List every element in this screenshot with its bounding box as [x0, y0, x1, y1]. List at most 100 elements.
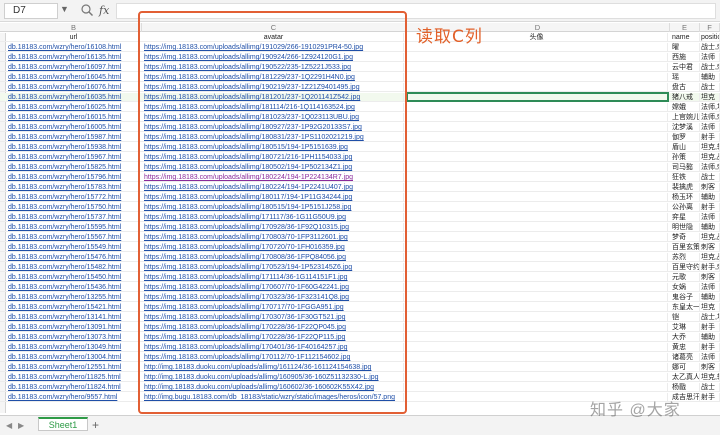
url-cell[interactable]: db.18183.com/wzry/hero/16076.html [6, 83, 140, 92]
image-cell[interactable] [406, 353, 668, 362]
position-cell[interactable]: 刺客 [700, 363, 720, 372]
url-cell[interactable]: db.18183.com/wzry/hero/15476.html [6, 253, 140, 262]
name-cell[interactable]: 盾山 [670, 143, 700, 152]
position-cell[interactable]: 辅助 [700, 293, 720, 302]
name-header[interactable]: name [670, 33, 700, 42]
position-cell[interactable]: 战士 [700, 173, 720, 182]
name-cell[interactable]: 梦奇 [670, 233, 700, 242]
name-cell[interactable]: 黄忠 [670, 343, 700, 352]
name-cell[interactable]: 太乙真人 [670, 373, 700, 382]
image-cell[interactable] [406, 163, 668, 172]
url-cell[interactable]: db.18183.com/wzry/hero/13049.html [6, 343, 140, 352]
url-cell[interactable]: db.18183.com/wzry/hero/13255.html [6, 293, 140, 302]
image-cell[interactable] [406, 53, 668, 62]
position-cell[interactable]: 辅助 [700, 73, 720, 82]
position-cell[interactable]: 刺客 [700, 183, 720, 192]
url-cell[interactable]: db.18183.com/wzry/hero/16108.html [6, 43, 140, 52]
name-cell[interactable]: 云中君 [670, 63, 700, 72]
position-cell[interactable]: 射手 [700, 323, 720, 332]
column-header-e[interactable]: E [670, 23, 700, 32]
position-cell[interactable]: 战士 [700, 83, 720, 92]
position-cell[interactable]: 战士,坦 [700, 313, 720, 322]
url-cell[interactable]: db.18183.com/wzry/hero/16045.html [6, 73, 140, 82]
name-cell[interactable]: 盘古 [670, 83, 700, 92]
image-cell[interactable] [406, 193, 668, 202]
image-cell[interactable] [406, 103, 668, 112]
url-cell[interactable]: db.18183.com/wzry/hero/15436.html [6, 283, 140, 292]
image-cell[interactable] [406, 283, 668, 292]
url-cell[interactable]: db.18183.com/wzry/hero/11825.html [6, 373, 140, 382]
image-cell[interactable] [406, 73, 668, 82]
name-cell[interactable]: 裴擒虎 [670, 183, 700, 192]
position-cell[interactable]: 法师 [700, 53, 720, 62]
url-cell[interactable]: db.18183.com/wzry/hero/16005.html [6, 123, 140, 132]
url-cell[interactable]: db.18183.com/wzry/hero/15987.html [6, 133, 140, 142]
active-cell-selection[interactable] [406, 92, 669, 102]
name-cell[interactable]: 百里玄策 [670, 243, 700, 252]
url-cell[interactable]: db.18183.com/wzry/hero/15796.html [6, 173, 140, 182]
image-cell[interactable] [406, 363, 668, 372]
chevron-down-icon[interactable]: ▼ [60, 4, 69, 14]
url-cell[interactable]: db.18183.com/wzry/hero/13073.html [6, 333, 140, 342]
position-cell[interactable]: 刺客 [700, 273, 720, 282]
url-cell[interactable]: db.18183.com/wzry/hero/15421.html [6, 303, 140, 312]
add-sheet-icon[interactable]: + [92, 418, 99, 432]
url-cell[interactable]: db.18183.com/wzry/hero/9557.html [6, 393, 140, 402]
position-cell[interactable]: 射手 [700, 393, 720, 402]
url-cell[interactable]: db.18183.com/wzry/hero/16025.html [6, 103, 140, 112]
url-cell[interactable]: db.18183.com/wzry/hero/11824.html [6, 383, 140, 392]
position-cell[interactable]: 坦克,辅 [700, 373, 720, 382]
url-cell[interactable]: db.18183.com/wzry/hero/12551.html [6, 363, 140, 372]
position-cell[interactable]: 辅助 [700, 193, 720, 202]
name-cell[interactable]: 沈梦溪 [670, 123, 700, 132]
position-cell[interactable]: 战士,刺 [700, 43, 720, 52]
position-cell[interactable]: 法师 [700, 213, 720, 222]
position-cell[interactable]: 坦克,辅 [700, 143, 720, 152]
position-cell[interactable]: 坦克 [700, 93, 720, 102]
name-cell[interactable]: 杨戬 [670, 383, 700, 392]
position-cell[interactable]: 射手 [700, 343, 720, 352]
name-cell[interactable]: 司马懿 [670, 163, 700, 172]
image-cell[interactable] [406, 113, 668, 122]
image-cell[interactable] [406, 233, 668, 242]
name-cell[interactable]: 艾琳 [670, 323, 700, 332]
name-cell[interactable]: 杨玉环 [670, 193, 700, 202]
sheet-tab[interactable]: Sheet1 [38, 417, 88, 431]
position-cell[interactable]: 坦克,战 [700, 233, 720, 242]
image-cell[interactable] [406, 83, 668, 92]
image-cell[interactable] [406, 123, 668, 132]
position-cell[interactable]: 射手,刺 [700, 263, 720, 272]
url-cell[interactable]: db.18183.com/wzry/hero/15595.html [6, 223, 140, 232]
url-cell[interactable]: db.18183.com/wzry/hero/15750.html [6, 203, 140, 212]
position-cell[interactable]: 法师 [700, 123, 720, 132]
url-cell[interactable]: db.18183.com/wzry/hero/16097.html [6, 63, 140, 72]
column-header-b[interactable]: B [6, 23, 142, 32]
url-cell[interactable]: db.18183.com/wzry/hero/15450.html [6, 273, 140, 282]
image-cell[interactable] [406, 143, 668, 152]
url-cell[interactable]: db.18183.com/wzry/hero/15825.html [6, 163, 140, 172]
image-cell[interactable] [406, 213, 668, 222]
image-cell[interactable] [406, 333, 668, 342]
url-cell[interactable]: db.18183.com/wzry/hero/15967.html [6, 153, 140, 162]
name-cell[interactable]: 嫦娥 [670, 103, 700, 112]
name-cell[interactable]: 曜 [670, 43, 700, 52]
name-cell[interactable]: 狂铁 [670, 173, 700, 182]
name-cell[interactable]: 百里守约 [670, 263, 700, 272]
url-cell[interactable]: db.18183.com/wzry/hero/13141.html [6, 313, 140, 322]
position-cell[interactable]: 法师,刺 [700, 163, 720, 172]
url-cell[interactable]: db.18183.com/wzry/hero/15567.html [6, 233, 140, 242]
url-cell[interactable]: db.18183.com/wzry/hero/16135.html [6, 53, 140, 62]
image-cell[interactable] [406, 183, 668, 192]
position-cell[interactable]: 法师,刺 [700, 113, 720, 122]
image-cell[interactable] [406, 373, 668, 382]
position-cell[interactable]: 战士 [700, 383, 720, 392]
url-header[interactable]: url [6, 33, 140, 42]
image-cell[interactable] [406, 173, 668, 182]
name-cell[interactable]: 娜可 [670, 363, 700, 372]
name-cell[interactable]: 西施 [670, 53, 700, 62]
position-cell[interactable]: 坦克,战 [700, 153, 720, 162]
position-cell[interactable]: 坦克,战 [700, 253, 720, 262]
name-cell[interactable]: 诸葛亮 [670, 353, 700, 362]
url-cell[interactable]: db.18183.com/wzry/hero/15938.html [6, 143, 140, 152]
name-cell[interactable]: 元歌 [670, 273, 700, 282]
